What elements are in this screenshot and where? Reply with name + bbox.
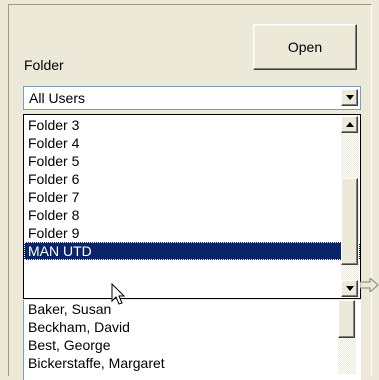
chevron-down-icon	[345, 95, 354, 100]
folder-combobox[interactable]: All Users	[23, 86, 361, 110]
folder-label: Folder	[24, 57, 64, 73]
scroll-thumb[interactable]	[338, 300, 355, 338]
open-button[interactable]: Open	[253, 24, 357, 70]
chevron-up-icon	[345, 122, 354, 127]
mouse-pointer-icon	[111, 283, 126, 305]
folder-combobox-value: All Users	[29, 90, 86, 106]
dropdown-item[interactable]: Folder 9	[24, 224, 340, 242]
dropdown-item[interactable]: Folder 6	[24, 170, 340, 188]
dropdown-item[interactable]: Folder 3	[24, 116, 340, 134]
dropdown-item[interactable]: Folder 4	[24, 134, 340, 152]
dropdown-item-selected[interactable]: MAN UTD	[24, 242, 360, 260]
drag-arrow-icon	[360, 278, 379, 292]
scroll-down-button[interactable]	[341, 280, 358, 297]
users-list-scrollbar[interactable]	[338, 300, 356, 374]
combobox-dropdown-button[interactable]	[341, 89, 358, 106]
dropdown-item[interactable]: Folder 7	[24, 188, 340, 206]
dropdown-item[interactable]: Folder 5	[24, 152, 340, 170]
chevron-down-icon	[345, 286, 354, 291]
dropdown-item[interactable]: Folder 8	[24, 206, 340, 224]
users-list[interactable]: Baker, Susan Beckham, David Best, George…	[23, 300, 361, 380]
list-item[interactable]: Baker, Susan	[24, 300, 361, 318]
scroll-up-button[interactable]	[341, 116, 358, 133]
dropdown-scrollbar[interactable]	[341, 116, 359, 297]
folder-dropdown-list[interactable]: Folder 3 Folder 4 Folder 5 Folder 6 Fold…	[23, 114, 361, 299]
list-item[interactable]: Beckham, David	[24, 318, 361, 336]
list-item[interactable]: Best, George	[24, 336, 361, 354]
list-item[interactable]: Bickerstaffe, Margaret	[24, 354, 361, 372]
scroll-thumb[interactable]	[341, 178, 358, 265]
